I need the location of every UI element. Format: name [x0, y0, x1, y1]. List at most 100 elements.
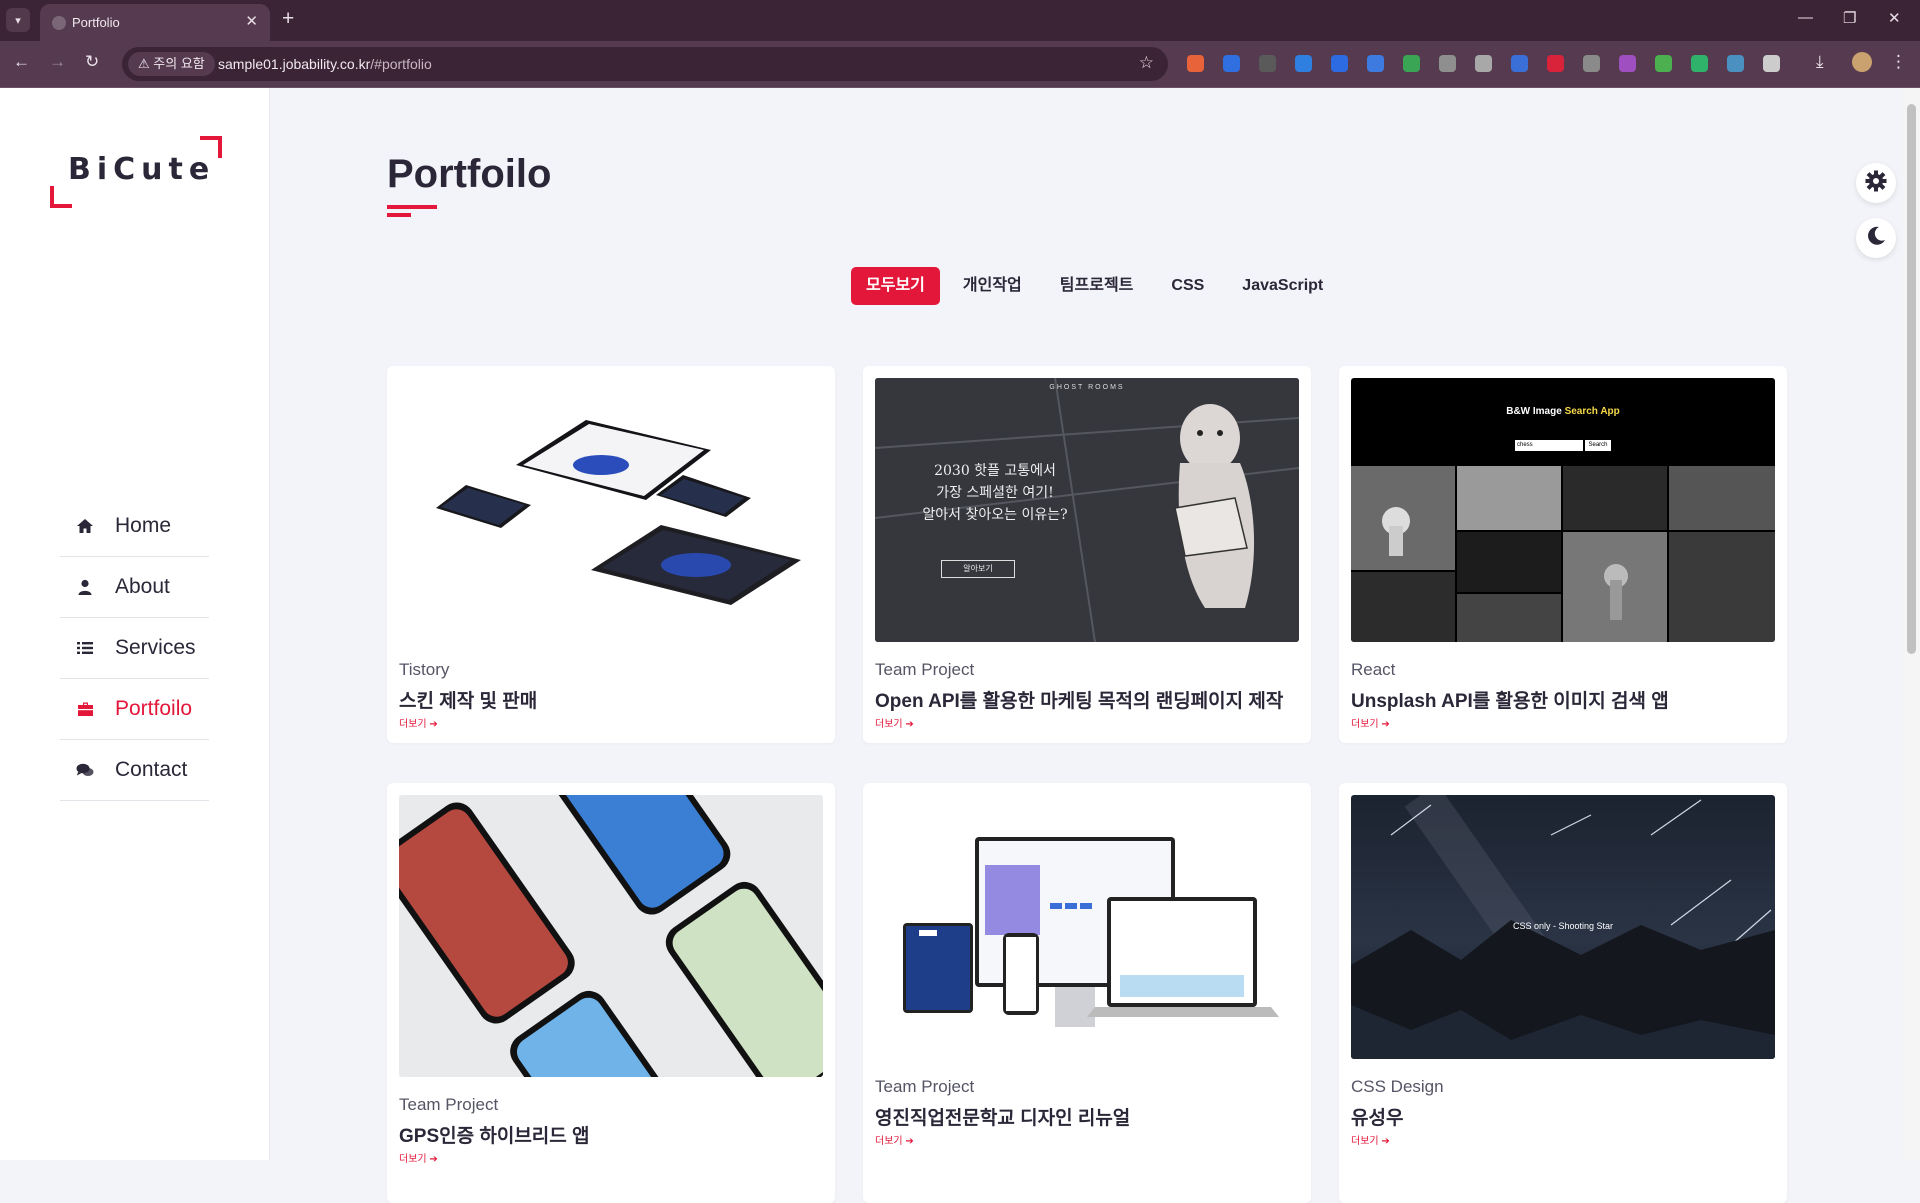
- card-category: Tistory: [399, 660, 450, 679]
- rx-icon[interactable]: [1187, 55, 1204, 72]
- browser-tab[interactable]: Portfolio ✕: [40, 4, 270, 41]
- reload-icon[interactable]: ↻: [85, 52, 99, 72]
- warning-icon: ⚠: [138, 56, 150, 71]
- card-title: 영진직업전문학교 디자인 리뉴얼: [875, 1108, 1131, 1129]
- security-chip[interactable]: ⚠ 주의 요함: [128, 52, 215, 76]
- theme-toggle-button[interactable]: [1856, 218, 1896, 258]
- card-title: Unsplash API를 활용한 이미지 검색 앱: [1351, 691, 1669, 712]
- card-thumbnail[interactable]: [399, 795, 823, 1077]
- more-label: 더보기: [1351, 1136, 1379, 1147]
- download-icon[interactable]: ⤓: [1816, 52, 1824, 72]
- browser-tabbar: ▾ Portfolio ✕ + — ❐ ✕: [0, 0, 1920, 41]
- comments-icon: [73, 763, 97, 778]
- window-close-icon[interactable]: ✕: [1888, 9, 1901, 27]
- arrow-right-icon: ➔: [905, 719, 914, 730]
- react-icon[interactable]: [1439, 55, 1456, 72]
- portfolio-card-renewal[interactable]: Team Project 영진직업전문학교 디자인 리뉴얼 더보기 ➔: [863, 783, 1311, 1203]
- sidebar-item-about[interactable]: About: [60, 557, 209, 618]
- arrow-right-icon: ➔: [429, 719, 438, 730]
- filter-team[interactable]: 팀프로젝트: [1045, 267, 1149, 305]
- card-thumbnail[interactable]: GHOST ROOMS 2030 핫플 고통에서 가장 스페셜한 여기! 알아서…: [875, 378, 1299, 642]
- browser-toolbar: ← → ↻ ⚠ 주의 요함 sample01.jobability.co.kr/…: [0, 41, 1920, 88]
- back-icon[interactable]: ←: [13, 52, 30, 72]
- card-title: GPS인증 하이브리드 앱: [399, 1126, 590, 1147]
- site-logo[interactable]: BiCute: [50, 136, 222, 208]
- portfolio-card-gps[interactable]: Team Project GPS인증 하이브리드 앱 더보기 ➔: [387, 783, 835, 1203]
- s-icon[interactable]: [1259, 55, 1276, 72]
- play-icon[interactable]: [1403, 55, 1420, 72]
- scrollbar-thumb[interactable]: [1907, 104, 1916, 654]
- card-category: Team Project: [399, 1095, 499, 1114]
- thumb-headline: 2030 핫플 고통에서 가장 스페셜한 여기! 알아서 찾아오는 이유는?: [905, 460, 1085, 526]
- more-link[interactable]: 더보기 ➔: [875, 1132, 914, 1147]
- gear-ext-icon[interactable]: [1475, 55, 1492, 72]
- lb-icon[interactable]: [1619, 55, 1636, 72]
- card-category: React: [1351, 660, 1396, 679]
- filter-personal[interactable]: 개인작업: [948, 267, 1037, 305]
- more-label: 더보기: [1351, 719, 1379, 730]
- browser-menu-icon[interactable]: ⋮: [1890, 52, 1907, 72]
- pen-icon[interactable]: [1511, 55, 1528, 72]
- chat-icon[interactable]: [1691, 55, 1708, 72]
- link-icon[interactable]: [1367, 55, 1384, 72]
- forward-icon[interactable]: →: [49, 52, 66, 72]
- sidebar-item-services[interactable]: Services: [60, 618, 209, 679]
- filter-all[interactable]: 모두보기: [851, 267, 940, 305]
- moon-icon: [1865, 225, 1887, 252]
- grid-icon[interactable]: [1727, 55, 1744, 72]
- card-thumbnail[interactable]: B&W Image Search App chess Search: [1351, 378, 1775, 642]
- bookmark-star-icon[interactable]: ☆: [1139, 53, 1154, 73]
- new-tab-button[interactable]: +: [282, 7, 294, 31]
- sidebar-item-label: Home: [115, 514, 172, 537]
- restore-icon[interactable]: ❐: [1843, 9, 1856, 27]
- arrow-right-icon: ➔: [905, 1136, 914, 1147]
- tab-close-icon[interactable]: ✕: [245, 12, 258, 30]
- more-link[interactable]: 더보기 ➔: [399, 1150, 438, 1165]
- portfolio-card-skin[interactable]: Tistory 스킨 제작 및 판매 더보기 ➔: [387, 366, 835, 743]
- portfolio-card-landing[interactable]: GHOST ROOMS 2030 핫플 고통에서 가장 스페셜한 여기! 알아서…: [863, 366, 1311, 743]
- portfolio-card-shooting-star[interactable]: CSS only - Shooting Star CSS Design 유성우 …: [1339, 783, 1787, 1203]
- title-underline-short: [387, 213, 411, 217]
- minimize-icon[interactable]: —: [1798, 9, 1813, 26]
- address-bar[interactable]: ⚠ 주의 요함 sample01.jobability.co.kr/#portf…: [122, 47, 1168, 81]
- sidebar-item-label: Services: [115, 636, 196, 659]
- puzzle-icon[interactable]: [1763, 55, 1780, 72]
- user-icon: [73, 579, 97, 595]
- info-icon[interactable]: [1223, 55, 1240, 72]
- more-link[interactable]: 더보기 ➔: [875, 715, 914, 730]
- filter-css[interactable]: CSS: [1156, 267, 1219, 305]
- thumb-title-a: B&W Image: [1506, 406, 1562, 417]
- zoom-icon[interactable]: [1331, 55, 1348, 72]
- ci-icon[interactable]: [1583, 55, 1600, 72]
- briefcase-icon: [73, 702, 97, 717]
- profile-avatar[interactable]: [1852, 52, 1872, 72]
- settings-button[interactable]: [1856, 163, 1896, 203]
- shield-icon[interactable]: [1295, 55, 1312, 72]
- page-title: Portfoilo: [387, 152, 552, 196]
- sidebar-item-label: Contact: [115, 758, 188, 781]
- sidebar-item-portfoilo[interactable]: Portfoilo: [60, 679, 209, 740]
- sidebar-item-home[interactable]: Home: [60, 496, 209, 557]
- thumb-search-button: Search: [1585, 440, 1611, 451]
- card-thumbnail[interactable]: [399, 378, 823, 642]
- card-thumbnail[interactable]: [875, 795, 1299, 1059]
- card-title: Open API를 활용한 마케팅 목적의 랜딩페이지 제작: [875, 691, 1284, 712]
- thumb-search-input: chess: [1515, 440, 1583, 451]
- more-link[interactable]: 더보기 ➔: [1351, 1132, 1390, 1147]
- record-icon[interactable]: [1547, 55, 1564, 72]
- card-icon[interactable]: [1655, 55, 1672, 72]
- card-thumbnail[interactable]: CSS only - Shooting Star: [1351, 795, 1775, 1059]
- tab-list-button[interactable]: ▾: [6, 8, 30, 32]
- tab-favicon-icon: [52, 16, 66, 30]
- filter-javascript[interactable]: JavaScript: [1227, 267, 1338, 305]
- sidebar-item-contact[interactable]: Contact: [60, 740, 209, 801]
- page-scrollbar[interactable]: [1903, 88, 1920, 1160]
- logo-bracket-bottom: [50, 186, 72, 208]
- more-link[interactable]: 더보기 ➔: [1351, 715, 1390, 730]
- more-link[interactable]: 더보기 ➔: [399, 715, 438, 730]
- thumb-line: 2030 핫플 고통에서: [934, 463, 1056, 479]
- card-category: Team Project: [875, 660, 975, 679]
- thumb-caption: CSS only - Shooting Star: [1512, 921, 1614, 931]
- gear-icon: [1865, 170, 1887, 197]
- portfolio-card-unsplash[interactable]: B&W Image Search App chess Search React …: [1339, 366, 1787, 743]
